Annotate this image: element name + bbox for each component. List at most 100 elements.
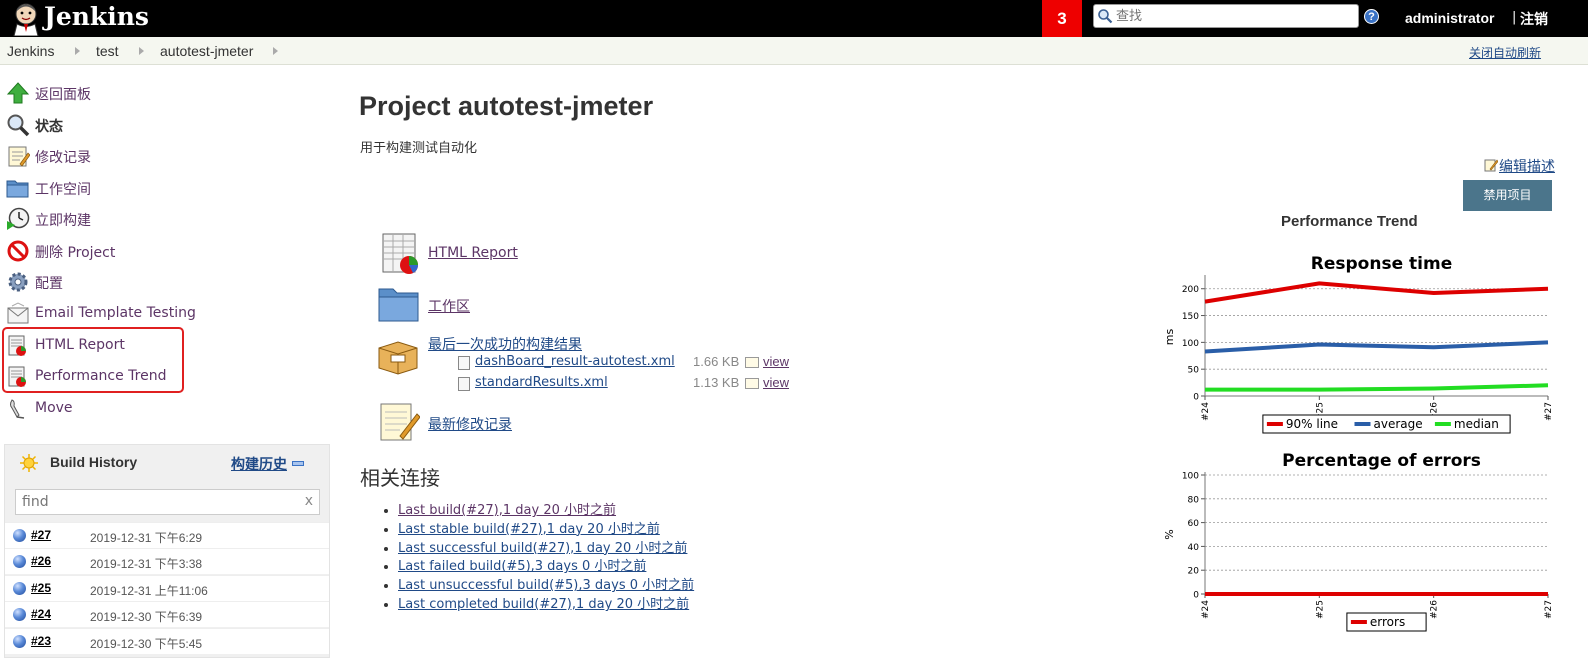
build-number-link[interactable]: #24 xyxy=(31,607,51,621)
view-icon[interactable] xyxy=(745,357,759,368)
permalink-last-failed-build[interactable]: Last failed build(#5),3 days 0 小时之前 xyxy=(398,559,646,574)
task-email-template-testing[interactable]: Email Template Testing xyxy=(6,302,326,328)
help-icon[interactable]: ? xyxy=(1364,9,1379,24)
disable-project-button[interactable]: 禁用项目 xyxy=(1463,180,1552,211)
blue-ball-icon[interactable] xyxy=(13,555,26,568)
build-date[interactable]: 2019-12-31 下午3:38 xyxy=(90,555,202,572)
task-label[interactable]: 配置 xyxy=(35,273,63,293)
build-date[interactable]: 2019-12-30 下午6:39 xyxy=(90,608,202,625)
y-tick-label: 40 xyxy=(1188,543,1200,553)
clear-search-icon[interactable]: x xyxy=(305,493,313,509)
breadcrumb-arrow-icon[interactable] xyxy=(75,47,80,55)
notification-badge[interactable]: 3 xyxy=(1042,0,1082,37)
task-move[interactable]: Move xyxy=(6,397,326,423)
x-tick-label: #24 xyxy=(1201,402,1211,421)
logout-link[interactable]: 注销 xyxy=(1520,9,1548,29)
breadcrumb-project[interactable]: autotest-jmeter xyxy=(160,43,253,59)
list-item: Last failed build(#5),3 days 0 小时之前 xyxy=(398,558,694,577)
task-label[interactable]: Email Template Testing xyxy=(35,305,196,321)
build-number-link[interactable]: #26 xyxy=(31,554,51,568)
task-back-to-dashboard[interactable]: 返回面板 xyxy=(6,81,326,107)
build-search-input[interactable] xyxy=(22,493,292,511)
breadcrumb-arrow-icon[interactable] xyxy=(273,47,278,55)
disable-auto-refresh-link[interactable]: 关闭自动刷新 xyxy=(1469,44,1541,61)
build-date[interactable]: 2019-12-31 下午6:29 xyxy=(90,529,202,546)
edit-description-link[interactable]: 编辑描述 xyxy=(1499,156,1555,176)
permalink-last-completed-build[interactable]: Last completed build(#27),1 day 20 小时之前 xyxy=(398,597,689,612)
build-search-box: x xyxy=(15,489,320,515)
task-build-now[interactable]: 立即构建 xyxy=(6,207,326,233)
html-report-link[interactable]: HTML Report xyxy=(428,245,518,261)
blue-ball-icon[interactable] xyxy=(13,582,26,595)
file-icon xyxy=(458,377,470,391)
artifact-view-link[interactable]: view xyxy=(763,375,789,390)
list-item: Last completed build(#27),1 day 20 小时之前 xyxy=(398,596,694,615)
task-delete-project[interactable]: 删除 Project xyxy=(6,239,326,265)
jenkins-logo-icon[interactable] xyxy=(8,2,44,36)
task-label[interactable]: 返回面板 xyxy=(35,84,91,104)
task-label[interactable]: 状态 xyxy=(35,116,63,136)
task-label[interactable]: Move xyxy=(35,400,73,416)
permalink-last-build[interactable]: Last build(#27),1 day 20 小时之前 xyxy=(398,503,616,518)
build-row: #25 2019-12-31 上午11:06 xyxy=(5,575,329,601)
x-tick-label: #24 xyxy=(1201,600,1211,619)
build-number-link[interactable]: #23 xyxy=(31,634,51,648)
blue-ball-icon[interactable] xyxy=(13,635,26,648)
list-item: Last stable build(#27),1 day 20 小时之前 xyxy=(398,521,694,540)
breadcrumb-test[interactable]: test xyxy=(96,43,119,59)
build-number-link[interactable]: #25 xyxy=(31,581,51,595)
artifact-file-link[interactable]: dashBoard_result-autotest.xml xyxy=(475,354,675,369)
blue-ball-icon[interactable] xyxy=(13,608,26,621)
package-icon[interactable] xyxy=(377,334,419,376)
artifact-file-link[interactable]: standardResults.xml xyxy=(475,375,608,390)
edit-icon[interactable] xyxy=(1484,158,1498,172)
permalink-last-successful-build[interactable]: Last successful build(#27),1 day 20 小时之前 xyxy=(398,541,687,556)
breadcrumb: Jenkins test autotest-jmeter 关闭自动刷新 xyxy=(0,37,1588,65)
task-workspace[interactable]: 工作空间 xyxy=(6,176,326,202)
sun-icon xyxy=(20,454,38,472)
notepad-icon[interactable] xyxy=(378,400,420,442)
build-date[interactable]: 2019-12-31 上午11:06 xyxy=(90,582,208,599)
file-icon xyxy=(458,356,470,370)
blue-ball-icon[interactable] xyxy=(13,529,26,542)
build-date[interactable]: 2019-12-30 下午5:45 xyxy=(90,635,202,652)
html-report-icon[interactable] xyxy=(380,233,422,275)
view-icon[interactable] xyxy=(745,378,759,389)
task-label[interactable]: 删除 Project xyxy=(35,242,115,262)
gear-icon xyxy=(8,272,28,292)
build-number-link[interactable]: #27 xyxy=(31,528,51,542)
search-icon xyxy=(1098,9,1113,24)
search-input[interactable] xyxy=(1116,7,1352,25)
permalink-last-stable-build[interactable]: Last stable build(#27),1 day 20 小时之前 xyxy=(398,522,660,537)
up-arrow-icon xyxy=(6,82,30,104)
notepad-icon xyxy=(8,146,30,167)
task-label[interactable]: 工作空间 xyxy=(35,179,91,199)
series-line-average xyxy=(1204,340,1549,354)
x-tick-label: #26 xyxy=(1430,600,1440,619)
legend-label: errors xyxy=(1370,615,1405,629)
task-configure[interactable]: 配置 xyxy=(6,270,326,296)
task-label[interactable]: 修改记录 xyxy=(35,147,91,167)
jenkins-logo-text[interactable]: Jenkins xyxy=(44,2,149,31)
breadcrumb-arrow-icon[interactable] xyxy=(139,47,144,55)
task-changes[interactable]: 修改记录 xyxy=(6,144,326,170)
trend-icon[interactable] xyxy=(292,461,304,466)
legend-label: average xyxy=(1374,417,1423,431)
build-history-trend-link[interactable]: 构建历史 xyxy=(231,454,287,474)
last-successful-artifacts-link[interactable]: 最后一次成功的构建结果 xyxy=(428,334,582,354)
task-status[interactable]: 状态 xyxy=(6,113,326,139)
folder-icon[interactable] xyxy=(378,283,420,325)
task-label[interactable]: 立即构建 xyxy=(35,210,91,230)
artifact-row: standardResults.xml 1.13 KB view xyxy=(458,375,798,393)
breadcrumb-jenkins[interactable]: Jenkins xyxy=(7,43,54,59)
y-tick-label: 100 xyxy=(1182,339,1199,349)
clock-icon xyxy=(7,207,30,230)
legend-label: median xyxy=(1454,417,1499,431)
permalink-last-unsuccessful-build[interactable]: Last unsuccessful build(#5),3 days 0 小时之… xyxy=(398,578,694,593)
user-link[interactable]: administrator xyxy=(1405,10,1494,26)
artifact-view-link[interactable]: view xyxy=(763,354,789,369)
recent-changes-link[interactable]: 最新修改记录 xyxy=(428,414,512,434)
y-tick-label: 150 xyxy=(1182,312,1199,322)
build-row: #23 2019-12-30 下午5:45 xyxy=(5,628,329,654)
workspace-link[interactable]: 工作区 xyxy=(428,296,470,316)
